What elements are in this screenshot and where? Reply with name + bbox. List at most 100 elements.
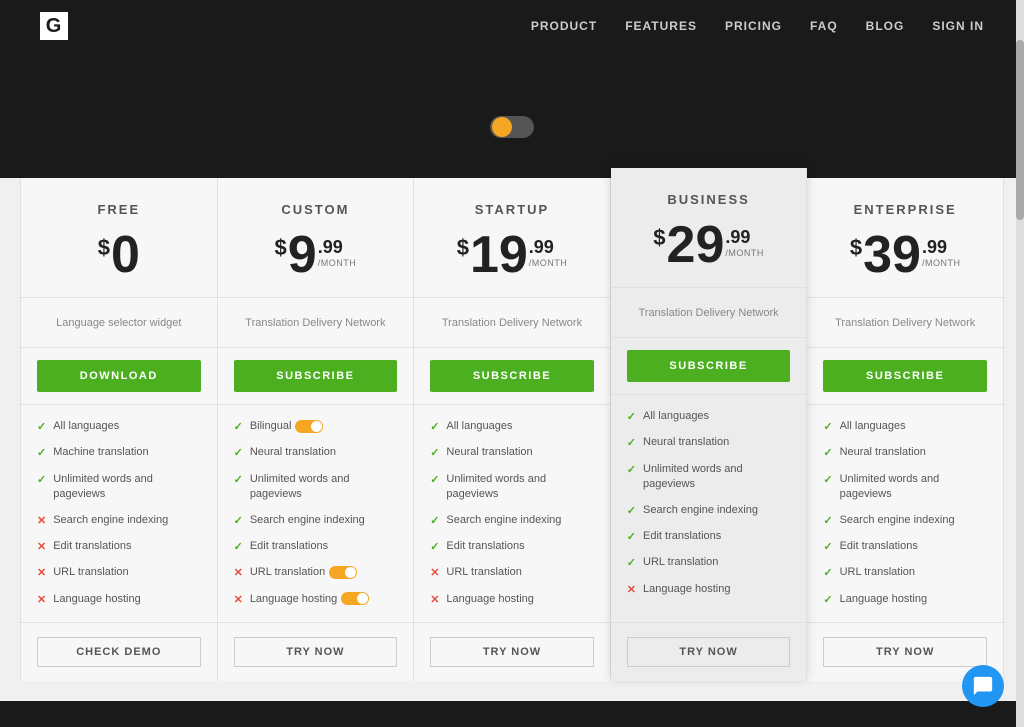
feature-text: Search engine indexing: [446, 513, 593, 528]
plan-footer-button[interactable]: TRY NOW: [430, 637, 594, 667]
feature-item: ✓ All languages: [823, 419, 987, 435]
feature-text: Unlimited words and pageviews: [840, 472, 987, 503]
feature-text: All languages: [643, 409, 790, 424]
check-icon: ✓: [627, 463, 636, 478]
nav-product[interactable]: PRODUCT: [531, 19, 597, 33]
feature-text: Language hosting: [250, 592, 397, 607]
check-icon: ✓: [234, 446, 243, 461]
feature-item: ✓ Search engine indexing: [823, 513, 987, 529]
feature-text: Search engine indexing: [643, 503, 790, 518]
feature-item: ✕ Language hosting: [430, 592, 594, 608]
feature-text: Unlimited words and pageviews: [250, 472, 397, 503]
feature-item: ✓ Unlimited words and pageviews: [627, 462, 791, 493]
plan-footer-button[interactable]: CHECK DEMO: [37, 637, 201, 667]
plan-name: CUSTOM: [234, 202, 398, 217]
feature-text: Search engine indexing: [840, 513, 987, 528]
plan-cta-button[interactable]: SUBSCRIBE: [823, 360, 987, 392]
feature-item: ✓ All languages: [430, 419, 594, 435]
nav-features[interactable]: FEATURES: [625, 19, 697, 33]
plan-price: $ 39 .99 /MONTH: [823, 229, 987, 281]
feature-item: ✓ Edit translations: [627, 529, 791, 545]
plan-features: ✓ All languages ✓ Neural translation ✓ U…: [414, 405, 610, 622]
plan-header: ENTERPRISE $ 39 .99 /MONTH: [807, 178, 1003, 298]
feature-text: Edit translations: [250, 539, 397, 554]
feature-item: ✓ Search engine indexing: [627, 503, 791, 519]
price-period: /MONTH: [529, 258, 568, 268]
feature-text: Edit translations: [643, 529, 790, 544]
price-amount: 39: [863, 229, 921, 281]
feature-text: Neural translation: [840, 445, 987, 460]
hero-section: [0, 52, 1024, 178]
plan-network: Translation Delivery Network: [414, 298, 610, 348]
feature-badge: [341, 592, 369, 605]
feature-text: URL translation: [446, 565, 593, 580]
feature-item: ✓ Neural translation: [430, 445, 594, 461]
check-icon: ✓: [823, 473, 832, 488]
feature-text: All languages: [53, 419, 200, 434]
plan-cta-button[interactable]: SUBSCRIBE: [627, 350, 791, 382]
plan-name: FREE: [37, 202, 201, 217]
nav-blog[interactable]: BLOG: [866, 19, 905, 33]
nav-faq[interactable]: FAQ: [810, 19, 838, 33]
price-amount: 29: [667, 219, 725, 271]
feature-text: Edit translations: [840, 539, 987, 554]
check-icon: ✓: [430, 540, 439, 555]
plan-cta: SUBSCRIBE: [611, 338, 807, 395]
plan-network: Translation Delivery Network: [611, 288, 807, 338]
plan-business: BUSINESS $ 29 .99 /MONTH Translation Del…: [611, 168, 808, 681]
plan-footer: TRY NOW: [414, 622, 610, 681]
price-amount: 0: [111, 229, 140, 281]
cross-icon: ✕: [234, 566, 243, 581]
feature-item: ✓ Edit translations: [430, 539, 594, 555]
plan-cta-button[interactable]: DOWNLOAD: [37, 360, 201, 392]
price-dollar: $: [850, 235, 862, 261]
plan-footer: TRY NOW: [218, 622, 414, 681]
scrollbar-thumb[interactable]: [1016, 40, 1024, 220]
plan-footer-button[interactable]: TRY NOW: [627, 637, 791, 667]
plan-header: STARTUP $ 19 .99 /MONTH: [414, 178, 610, 298]
feature-item: ✕ Language hosting: [37, 592, 201, 608]
feature-item: ✓ Search engine indexing: [430, 513, 594, 529]
scrollbar-track[interactable]: [1016, 0, 1024, 727]
feature-text: Unlimited words and pageviews: [643, 462, 790, 493]
check-icon: ✓: [823, 514, 832, 529]
cross-icon: ✕: [430, 593, 439, 608]
cross-icon: ✕: [37, 540, 46, 555]
plan-header: BUSINESS $ 29 .99 /MONTH: [611, 168, 807, 288]
feature-text: Neural translation: [643, 435, 790, 450]
price-decimal: .99: [529, 237, 554, 258]
check-icon: ✓: [234, 514, 243, 529]
cross-icon: ✕: [234, 593, 243, 608]
plans-container: FREE $ 0 Language selector widget DOWNLO…: [20, 178, 1004, 681]
cross-icon: ✕: [627, 583, 636, 598]
nav-pricing[interactable]: PRICING: [725, 19, 782, 33]
plan-enterprise: ENTERPRISE $ 39 .99 /MONTH Translation D…: [807, 178, 1004, 681]
feature-item: ✓ Language hosting: [823, 592, 987, 608]
plan-network: Translation Delivery Network: [807, 298, 1003, 348]
plan-price: $ 19 .99 /MONTH: [430, 229, 594, 281]
feature-badge: [295, 420, 323, 433]
price-decimal: .99: [318, 237, 343, 258]
logo[interactable]: G: [40, 12, 70, 40]
plan-cta-button[interactable]: SUBSCRIBE: [430, 360, 594, 392]
feature-text: Edit translations: [446, 539, 593, 554]
price-amount: 9: [288, 229, 317, 281]
nav-sign-in[interactable]: SIGN IN: [932, 19, 984, 33]
plan-footer-button[interactable]: TRY NOW: [234, 637, 398, 667]
navigation: G PRODUCT FEATURES PRICING FAQ BLOG SIGN IN: [0, 0, 1024, 52]
price-dollar: $: [653, 225, 665, 251]
chat-widget[interactable]: [962, 665, 1004, 707]
plan-name: STARTUP: [430, 202, 594, 217]
billing-toggle[interactable]: [20, 116, 1004, 138]
plan-cta: SUBSCRIBE: [807, 348, 1003, 405]
check-icon: ✓: [234, 420, 243, 435]
plan-features: ✓ All languages ✓ Machine translation ✓ …: [21, 405, 217, 622]
check-icon: ✓: [823, 593, 832, 608]
feature-item: ✓ Machine translation: [37, 445, 201, 461]
price-dollar: $: [457, 235, 469, 261]
plan-cta-button[interactable]: SUBSCRIBE: [234, 360, 398, 392]
plan-footer-button[interactable]: TRY NOW: [823, 637, 987, 667]
billing-toggle-knob: [492, 117, 512, 137]
billing-toggle-track[interactable]: [490, 116, 534, 138]
feature-item: ✓ Unlimited words and pageviews: [430, 472, 594, 503]
